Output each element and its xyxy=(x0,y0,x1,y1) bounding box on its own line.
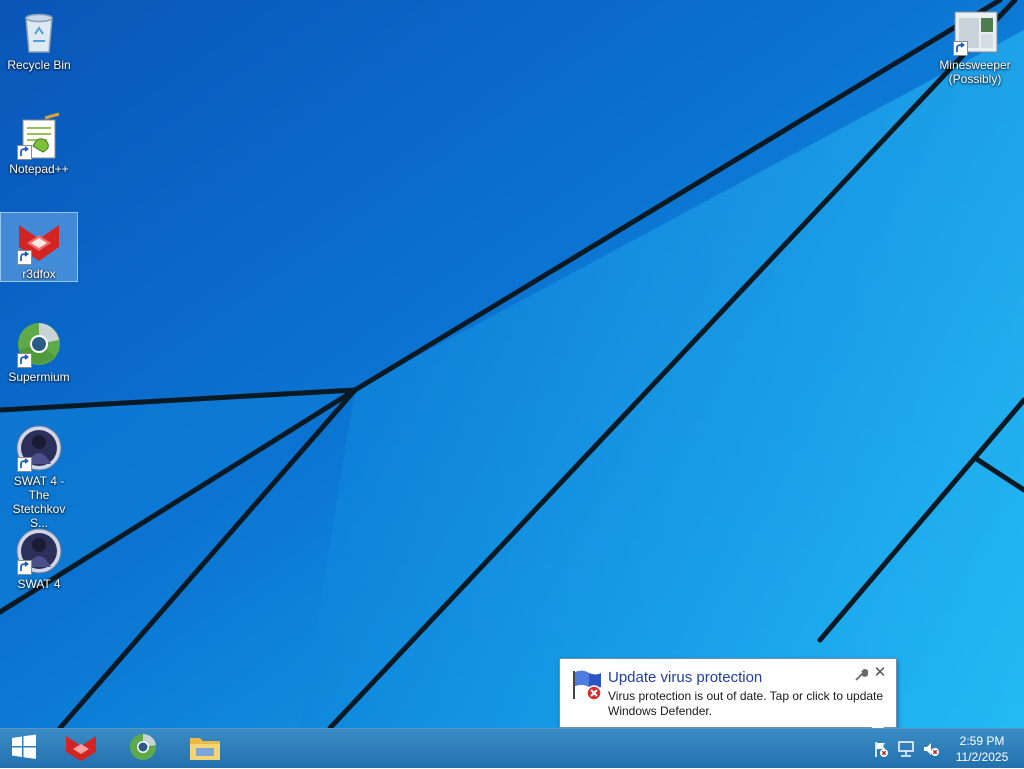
start-button[interactable] xyxy=(0,729,48,769)
desktop-icon-label: SWAT 4 xyxy=(17,577,61,591)
recycle-bin-icon xyxy=(15,8,63,56)
swat4-icon xyxy=(15,424,63,472)
shortcut-arrow-icon xyxy=(17,145,32,160)
minesweeper-icon xyxy=(951,8,999,56)
desktop: Recycle Bin Notepad++ r3dfox Supermium S… xyxy=(0,0,1024,728)
r3dfox-icon xyxy=(64,732,98,767)
supermium-icon xyxy=(128,732,158,767)
desktop-icon-label: Notepad++ xyxy=(9,162,69,176)
desktop-icon-supermium[interactable]: Supermium xyxy=(1,316,77,386)
notification-balloon[interactable]: Update virus protection Virus protection… xyxy=(559,658,897,728)
close-icon[interactable]: ✕ xyxy=(873,665,887,681)
desktop-icon-swat4-stetchkov[interactable]: SWAT 4 - The Stetchkov S... xyxy=(1,420,77,532)
taskbar-file-explorer-button[interactable] xyxy=(178,729,232,769)
clock-date: 11/2/2025 xyxy=(955,750,1009,764)
shortcut-arrow-icon xyxy=(17,560,32,575)
taskbar-r3dfox-button[interactable] xyxy=(54,729,108,769)
clock-time: 2:59 PM xyxy=(959,734,1005,748)
volume-muted-icon[interactable] xyxy=(922,739,940,759)
desktop-icon-label: Supermium xyxy=(8,370,70,384)
desktop-icon-label: r3dfox xyxy=(22,267,56,281)
r3dfox-icon xyxy=(15,217,63,265)
notepad-plus-plus-icon xyxy=(15,112,63,160)
settings-wrench-icon[interactable] xyxy=(854,668,869,682)
defender-flag-warning-icon xyxy=(570,669,604,706)
taskbar: 2:59 PM 11/2/2025 xyxy=(0,728,1024,768)
folder-icon xyxy=(188,732,222,767)
supermium-icon xyxy=(15,320,63,368)
desktop-icon-label: Minesweeper (Possibly) xyxy=(939,58,1011,86)
desktop-icon-label: Recycle Bin xyxy=(7,58,71,72)
taskbar-supermium-button[interactable] xyxy=(116,729,170,769)
windows-logo-icon xyxy=(10,733,38,766)
wallpaper xyxy=(0,0,1024,728)
shortcut-arrow-icon xyxy=(17,250,32,265)
desktop-icon-recycle-bin[interactable]: Recycle Bin xyxy=(1,4,77,74)
action-center-flag-icon[interactable] xyxy=(872,739,890,759)
desktop-icon-minesweeper[interactable]: Minesweeper (Possibly) xyxy=(937,4,1013,88)
desktop-icon-r3dfox[interactable]: r3dfox xyxy=(0,212,78,282)
notification-body: Virus protection is out of date. Tap or … xyxy=(608,689,884,718)
shortcut-arrow-icon xyxy=(17,353,32,368)
shortcut-arrow-icon xyxy=(953,41,968,56)
desktop-icon-notepad-plus-plus[interactable]: Notepad++ xyxy=(1,108,77,178)
shortcut-arrow-icon xyxy=(17,457,32,472)
taskbar-clock[interactable]: 2:59 PM 11/2/2025 xyxy=(952,733,1012,765)
notification-title: Update virus protection xyxy=(608,669,763,686)
swat4-icon xyxy=(15,527,63,575)
desktop-icon-swat4[interactable]: SWAT 4 xyxy=(1,523,77,593)
network-icon[interactable] xyxy=(897,739,915,759)
